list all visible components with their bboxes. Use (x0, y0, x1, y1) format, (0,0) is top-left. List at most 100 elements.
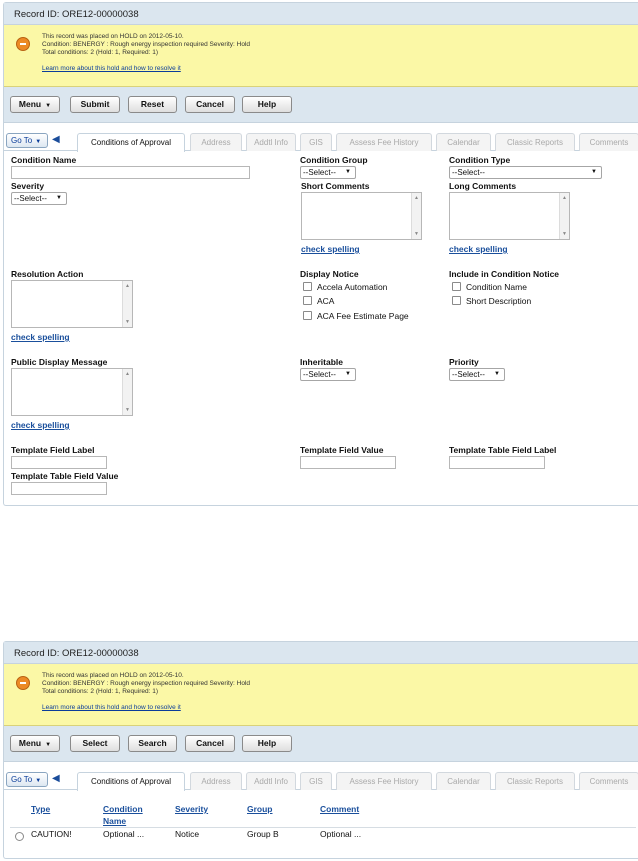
column-header-comment[interactable]: Comment (320, 804, 359, 814)
menu-button[interactable]: Menu ▼ (10, 735, 60, 752)
cell-group: Group B (247, 829, 279, 839)
tab-assess-fee-history[interactable]: Assess Fee History (336, 772, 432, 790)
short-comments-check-spelling-link[interactable]: check spelling (301, 244, 360, 254)
hold-line-2: Condition: BENERGY : Rough energy inspec… (42, 680, 250, 687)
column-header-type[interactable]: Type (31, 804, 50, 814)
help-button[interactable]: Help (242, 735, 292, 752)
tab-assess-fee-history[interactable]: Assess Fee History (336, 133, 432, 151)
action-toolbar: Menu ▼ Submit Reset Cancel Help (4, 87, 638, 123)
public-display-message-label: Public Display Message (11, 357, 108, 367)
display-notice-aca-fee-label: ACA Fee Estimate Page (317, 311, 409, 321)
tab-conditions-of-approval[interactable]: Conditions of Approval (77, 133, 185, 152)
hold-line-2: Condition: BENERGY : Rough energy inspec… (42, 41, 250, 48)
scrollbar[interactable] (122, 369, 132, 415)
inheritable-label: Inheritable (300, 357, 343, 367)
tab-classic-reports[interactable]: Classic Reports (495, 772, 575, 790)
resolution-action-textarea[interactable] (11, 280, 133, 328)
inheritable-select[interactable]: --Select-- ▼ (300, 368, 356, 381)
column-header-condition-name[interactable]: Condition (103, 804, 143, 814)
template-field-label-label: Template Field Label (11, 445, 95, 455)
action-toolbar: Menu ▼ Select Search Cancel Help (4, 726, 638, 762)
chevron-down-icon: ▼ (591, 169, 597, 175)
submit-button[interactable]: Submit (70, 96, 120, 113)
cancel-button[interactable]: Cancel (185, 735, 235, 752)
scrollbar[interactable] (411, 193, 421, 239)
goto-dropdown[interactable]: Go To ▼ (6, 133, 48, 148)
menu-button[interactable]: Menu ▼ (10, 96, 60, 113)
goto-label: Go To (11, 775, 33, 784)
tab-addtl-info[interactable]: Addtl Info (246, 133, 296, 151)
short-comments-textarea[interactable] (301, 192, 422, 240)
hold-notice: This record was placed on HOLD on 2012-0… (4, 25, 638, 87)
cancel-button[interactable]: Cancel (185, 96, 235, 113)
display-notice-aca-fee-checkbox[interactable] (303, 311, 312, 320)
resolution-action-label: Resolution Action (11, 269, 84, 279)
hold-warning-icon (16, 676, 30, 690)
condition-form-panel: Record ID: ORE12-00000038 This record wa… (3, 2, 638, 506)
condition-name-input[interactable] (11, 166, 250, 179)
template-field-value-label: Template Field Value (300, 445, 384, 455)
column-header-severity[interactable]: Severity (175, 804, 208, 814)
cell-comment: Optional ... (320, 829, 362, 839)
public-display-message-textarea[interactable] (11, 368, 133, 416)
column-header-group[interactable]: Group (247, 804, 273, 814)
template-table-field-label-label: Template Table Field Label (449, 445, 557, 455)
tab-address[interactable]: Address (190, 133, 242, 151)
include-short-description-checkbox[interactable] (452, 296, 461, 305)
back-arrow-icon[interactable]: ◀ (52, 773, 60, 784)
scrollbar[interactable] (122, 281, 132, 327)
chevron-down-icon: ▼ (35, 778, 42, 784)
tab-addtl-info[interactable]: Addtl Info (246, 772, 296, 790)
chevron-down-icon: ▼ (494, 371, 500, 377)
back-arrow-icon[interactable]: ◀ (52, 134, 60, 145)
template-field-label-input[interactable] (11, 456, 107, 469)
cell-severity: Notice (175, 829, 200, 839)
tab-classic-reports[interactable]: Classic Reports (495, 133, 575, 151)
table-divider (10, 827, 636, 828)
template-table-field-value-input[interactable] (11, 482, 107, 495)
long-comments-textarea[interactable] (449, 192, 570, 240)
severity-select[interactable]: --Select-- ▼ (11, 192, 67, 205)
tab-conditions-of-approval[interactable]: Conditions of Approval (77, 772, 185, 791)
short-comments-label: Short Comments (301, 181, 370, 191)
search-button[interactable]: Search (128, 735, 177, 752)
inheritable-value: --Select-- (303, 370, 336, 379)
hold-warning-icon (16, 37, 30, 51)
tab-address[interactable]: Address (190, 772, 242, 790)
condition-group-select[interactable]: --Select-- ▼ (300, 166, 356, 179)
include-notice-label: Include in Condition Notice (449, 269, 560, 279)
goto-label: Go To (11, 136, 33, 145)
tab-comments[interactable]: Comments (579, 133, 638, 151)
row-select-radio[interactable] (15, 832, 24, 841)
display-notice-accela-checkbox[interactable] (303, 282, 312, 291)
chevron-down-icon: ▼ (35, 139, 42, 145)
help-button[interactable]: Help (242, 96, 292, 113)
tab-gis[interactable]: GIS (300, 133, 332, 151)
tab-comments[interactable]: Comments (579, 772, 638, 790)
template-field-value-input[interactable] (300, 456, 396, 469)
include-condition-name-label: Condition Name (466, 282, 527, 292)
tab-calendar[interactable]: Calendar (436, 133, 491, 151)
include-condition-name-checkbox[interactable] (452, 282, 461, 291)
public-message-check-spelling-link[interactable]: check spelling (11, 420, 70, 430)
scrollbar[interactable] (559, 193, 569, 239)
hold-notice: This record was placed on HOLD on 2012-0… (4, 664, 638, 726)
condition-type-select[interactable]: --Select-- ▼ (449, 166, 602, 179)
long-comments-check-spelling-link[interactable]: check spelling (449, 244, 508, 254)
goto-dropdown[interactable]: Go To ▼ (6, 772, 48, 787)
chevron-down-icon: ▼ (345, 371, 351, 377)
hold-learn-more-link[interactable]: Learn more about this hold and how to re… (42, 65, 181, 73)
resolution-check-spelling-link[interactable]: check spelling (11, 332, 70, 342)
priority-label: Priority (449, 357, 479, 367)
select-button[interactable]: Select (70, 735, 120, 752)
reset-button[interactable]: Reset (128, 96, 177, 113)
priority-select[interactable]: --Select-- ▼ (449, 368, 505, 381)
column-header-condition-name-2[interactable]: Name (103, 816, 126, 826)
record-header: Record ID: ORE12-00000038 (4, 642, 638, 664)
chevron-down-icon: ▼ (345, 169, 351, 175)
template-table-field-label-input[interactable] (449, 456, 545, 469)
tab-calendar[interactable]: Calendar (436, 772, 491, 790)
tab-gis[interactable]: GIS (300, 772, 332, 790)
display-notice-aca-checkbox[interactable] (303, 296, 312, 305)
hold-learn-more-link[interactable]: Learn more about this hold and how to re… (42, 704, 181, 712)
